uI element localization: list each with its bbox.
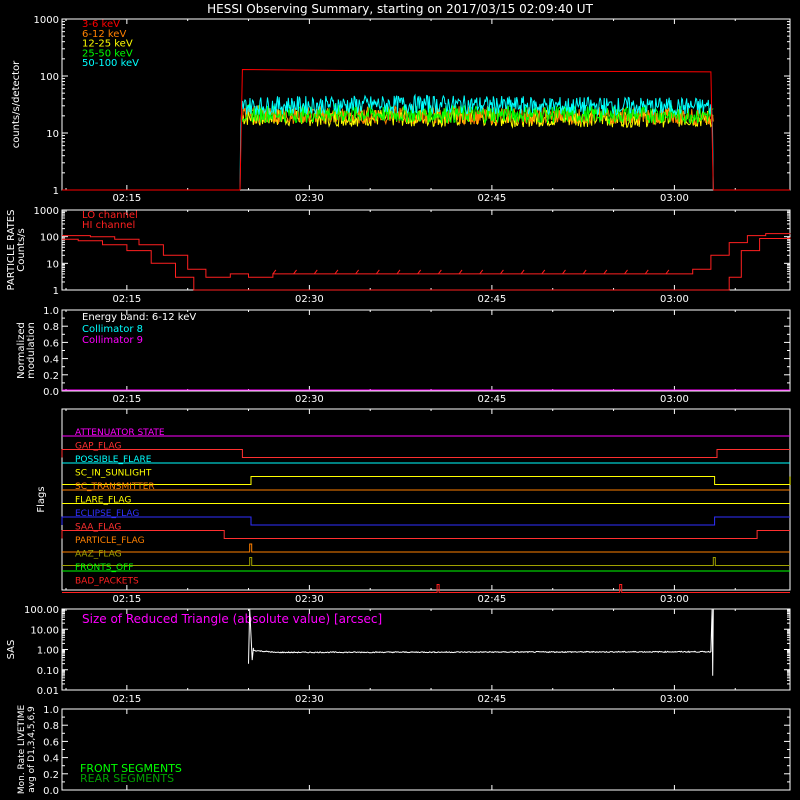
x-tick-label: 02:15	[112, 394, 141, 405]
y-tick-label: 1.00	[37, 646, 59, 657]
y-tick-label: 0.10	[37, 666, 59, 677]
x-tick-label: 03:00	[660, 594, 689, 605]
y-tick-label: 0.01	[37, 686, 59, 697]
legend-entry: Collimator 9	[82, 335, 143, 346]
x-tick-label: 02:15	[112, 594, 141, 605]
y-axis-label: Counts/s	[16, 228, 27, 272]
y-tick-label: 1	[53, 186, 59, 197]
x-tick-label: 03:00	[660, 694, 689, 705]
flag-label: ATTENUATOR STATE	[75, 428, 165, 438]
y-axis-label: Flags	[36, 486, 47, 512]
x-tick-label: 03:00	[660, 193, 689, 204]
legend-entry: REAR SEGMENTS	[80, 772, 174, 785]
flag-label: SC_TRANSMITTER	[75, 482, 155, 492]
flag-label: GAP_FLAG	[75, 442, 121, 452]
y-tick-label: 1	[53, 286, 59, 297]
y-tick-label: 1000	[34, 206, 59, 217]
x-tick-label: 03:00	[660, 294, 689, 305]
legend-entry: Collimator 8	[82, 324, 143, 335]
legend-entry: 50-100 keV	[82, 58, 139, 69]
y-tick-label: 0.4	[43, 355, 59, 366]
y-axis-label: SAS	[6, 640, 17, 660]
panel-annotation: Energy band: 6-12 keV	[82, 312, 196, 323]
x-tick-label: 02:45	[477, 694, 506, 705]
y-tick-label: 100	[40, 72, 59, 83]
x-tick-label: 02:45	[477, 394, 506, 405]
y-tick-label: 0.6	[43, 737, 59, 748]
x-tick-label: 02:30	[295, 193, 324, 204]
x-tick-label: 02:30	[295, 694, 324, 705]
hessi-summary-chart: HESSI Observing Summary, starting on 201…	[0, 0, 800, 800]
chart-title: HESSI Observing Summary, starting on 201…	[207, 2, 593, 16]
y-tick-label: 0.2	[43, 770, 59, 781]
x-tick-label: 02:15	[112, 694, 141, 705]
y-tick-label: 0.0	[43, 387, 59, 398]
y-tick-label: 10.00	[30, 625, 59, 636]
x-tick-label: 02:30	[295, 594, 324, 605]
flag-label: FRONTS_OFF	[75, 563, 133, 573]
y-tick-label: 1.0	[43, 705, 59, 716]
x-tick-label: 02:45	[477, 594, 506, 605]
flag-label: FLARE_FLAG	[75, 496, 131, 506]
y-tick-label: 0.4	[43, 754, 59, 765]
y-tick-label: 0.8	[43, 322, 59, 333]
flag-label: SC_IN_SUNLIGHT	[75, 469, 152, 479]
y-tick-label: 10	[46, 259, 59, 270]
panel-annotation: Size of Reduced Triangle (absolute value…	[82, 612, 382, 626]
x-tick-label: 03:00	[660, 394, 689, 405]
y-tick-label: 1.0	[43, 306, 59, 317]
x-tick-label: 02:15	[112, 193, 141, 204]
x-tick-label: 02:30	[295, 294, 324, 305]
x-tick-label: 02:45	[477, 193, 506, 204]
y-axis-label: counts/s/detector	[11, 60, 22, 148]
y-axis-label: avg of D1,3,4,5,6,9	[27, 706, 37, 793]
y-tick-label: 10	[46, 129, 59, 140]
flag-label: PARTICLE_FLAG	[75, 536, 145, 546]
y-tick-label: 0.0	[43, 786, 59, 797]
y-tick-label: 0.6	[43, 338, 59, 349]
legend-entry: HI channel	[82, 220, 135, 231]
y-tick-label: 0.2	[43, 371, 59, 382]
flag-label: ECLIPSE_FLAG	[75, 509, 139, 519]
y-axis-label: modulation	[26, 322, 37, 379]
y-tick-label: 1000	[34, 15, 59, 26]
flag-label: POSSIBLE_FLARE	[75, 455, 152, 465]
y-tick-label: 0.8	[43, 721, 59, 732]
x-tick-label: 02:45	[477, 294, 506, 305]
y-axis-label: Mon. Rate LIVETIME	[17, 705, 27, 795]
flag-label: AAZ_FLAG	[75, 550, 122, 560]
flag-label: SAA_FLAG	[75, 523, 121, 533]
flag-label: BAD_PACKETS	[75, 577, 139, 587]
x-tick-label: 02:15	[112, 294, 141, 305]
y-tick-label: 100.00	[24, 605, 59, 616]
x-tick-label: 02:30	[295, 394, 324, 405]
y-tick-label: 100	[40, 233, 59, 244]
